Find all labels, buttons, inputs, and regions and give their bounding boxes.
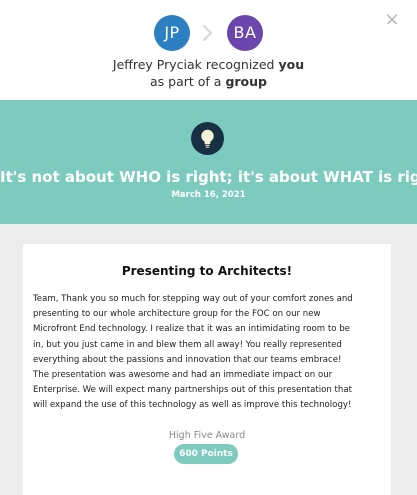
points-badge: 600 Points (174, 444, 238, 464)
chevron-right-icon (202, 24, 213, 42)
sender-avatar[interactable]: JP (154, 15, 190, 51)
recognized-text: recognized (205, 57, 275, 72)
recognition-summary: Jeffrey Pryciak recognized you as part o… (0, 56, 417, 90)
recognition-date: March 16, 2021 (171, 190, 246, 200)
message-line: in, but you just came in and blew them a… (33, 339, 342, 350)
message-line: will expand the use of this technology a… (33, 400, 352, 411)
message-line: presenting to our whole architecture gro… (33, 309, 321, 320)
avatar-row: JP BA (0, 15, 417, 51)
message-area: Presenting to Architects! Team, Thank yo… (0, 224, 417, 495)
group-prefix-text: as part of a (150, 74, 222, 89)
value-banner: It's not about WHO is right; it's about … (0, 100, 417, 224)
sender-name[interactable]: Jeffrey Pryciak (113, 57, 202, 72)
group-text: group (225, 74, 267, 89)
lightbulb-icon (191, 122, 224, 155)
company-value-title: It's not about WHO is right; it's about … (0, 168, 417, 186)
message-line: The presentation was awesome and had an … (33, 370, 333, 381)
message-line: everything about the passions and innova… (33, 354, 342, 365)
message-card: Presenting to Architects! Team, Thank yo… (23, 244, 391, 495)
you-text: you (278, 57, 305, 72)
message-line: Team, Thank you so much for stepping way… (33, 294, 353, 304)
recipient-avatar[interactable]: BA (227, 15, 263, 51)
recognition-modal: × JP BA Jeffrey Pryciak recognized you a… (0, 0, 417, 495)
message-body: Team, Thank you so much for stepping way… (33, 292, 385, 414)
award-type: High Five Award (168, 430, 246, 441)
message-title: Presenting to Architects! (121, 264, 293, 278)
message-line: Enterprise. We will expect many partners… (33, 385, 352, 396)
message-line: Microfront End technology. I realize tha… (33, 324, 350, 335)
